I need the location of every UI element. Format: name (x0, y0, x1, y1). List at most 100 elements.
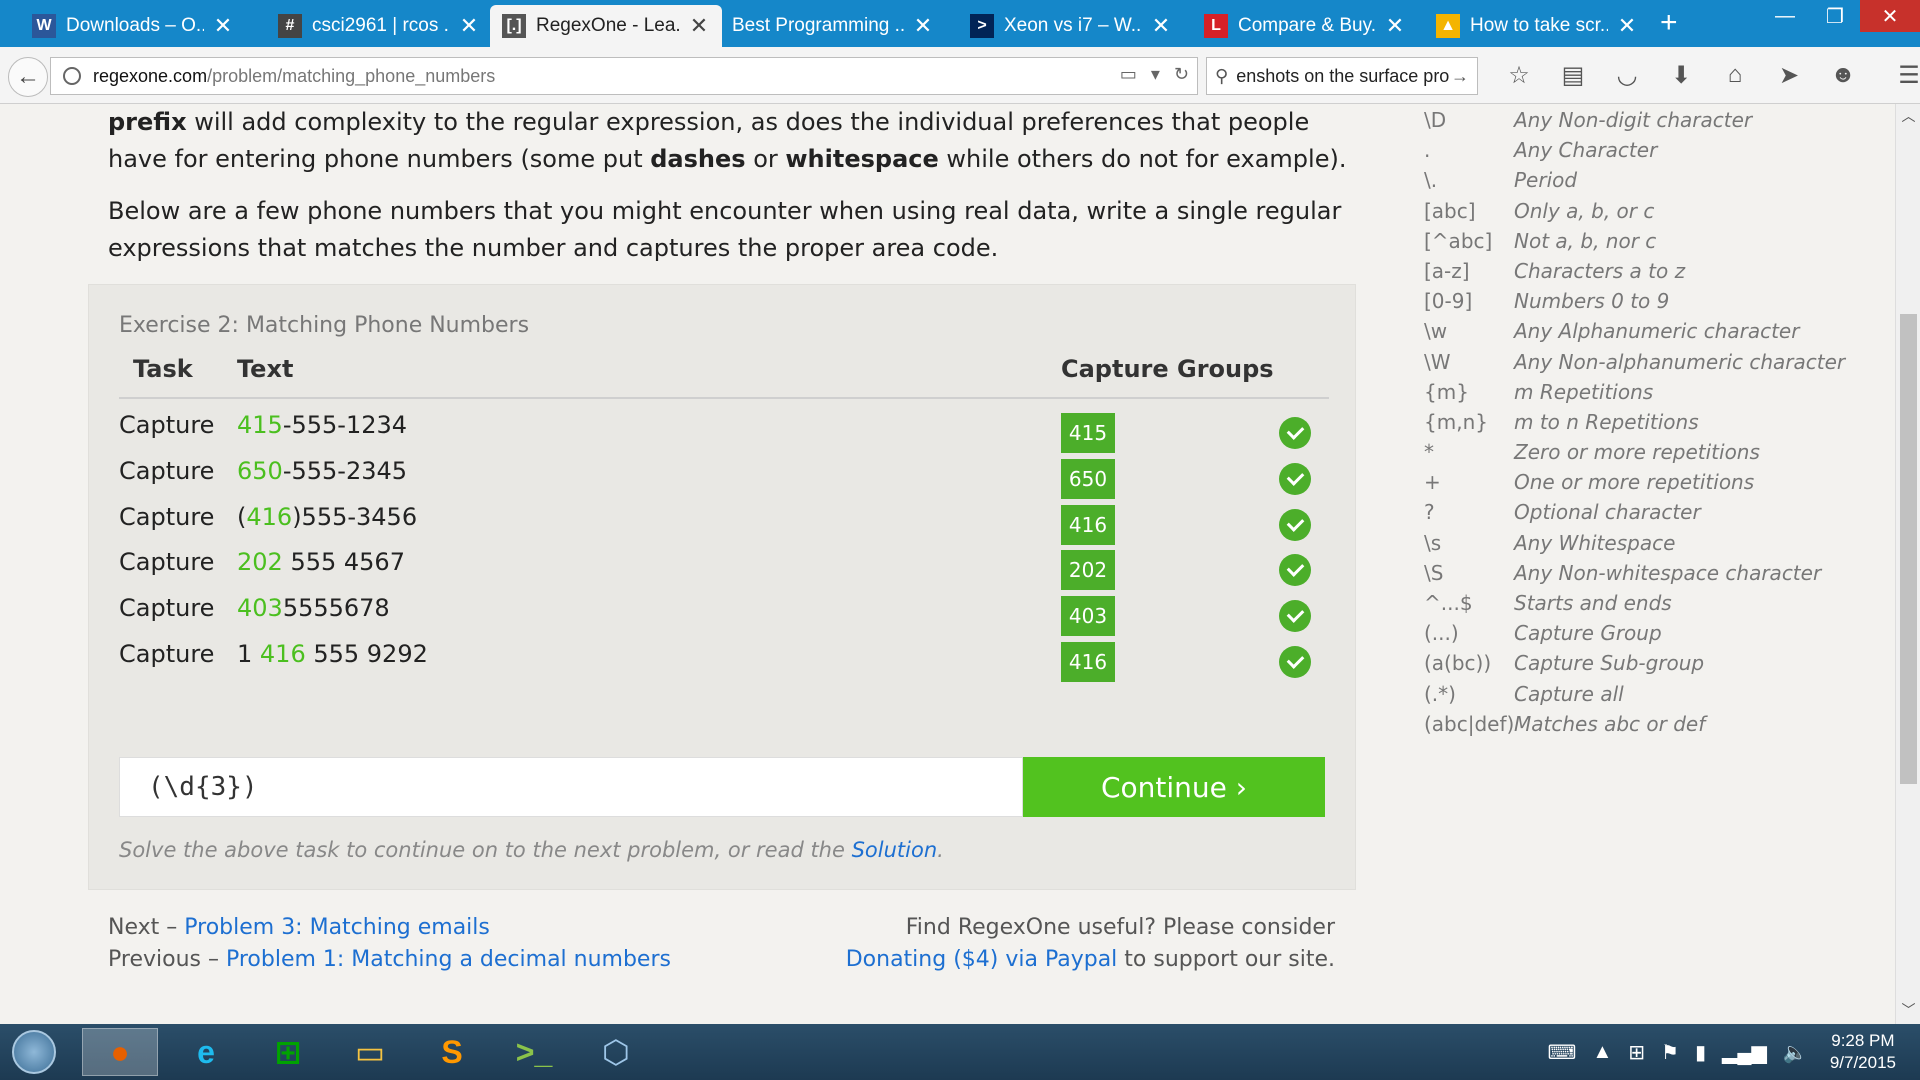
tab-label: RegexOne - Lea... (536, 15, 680, 36)
cheatsheet-description: Any Non-whitespace character (1514, 560, 1822, 585)
taskbar-app[interactable]: ⊞ (250, 1028, 326, 1076)
globe-icon (63, 67, 81, 85)
keyboard-icon[interactable]: ⌨ (1548, 1040, 1577, 1065)
wifi-signal-icon[interactable]: ▂▄▆ (1722, 1040, 1767, 1065)
clock-date: 9/7/2015 (1829, 1053, 1896, 1072)
cheatsheet-description: Any Alphanumeric character (1514, 319, 1800, 344)
cheatsheet-row: \W Any Non-alphanumeric character (1424, 348, 1845, 378)
reload-icon[interactable]: ↻ (1174, 64, 1189, 85)
show-hidden-icons-icon[interactable]: ▲ (1592, 1041, 1612, 1064)
cheatsheet-symbol: [a-z] (1424, 258, 1470, 283)
minimize-button[interactable]: — (1760, 0, 1810, 32)
cheatsheet-symbol: (.*) (1424, 681, 1456, 706)
cheatsheet-symbol: \D (1424, 108, 1447, 132)
close-tab-icon[interactable]: ✕ (1616, 13, 1638, 39)
back-button[interactable]: ← (8, 57, 48, 97)
previous-problem-link[interactable]: Problem 1: Matching a decimal numbers (226, 947, 671, 972)
regex-cheatsheet: \D Any Non-digit character . Any Character \… (1424, 106, 1845, 740)
windows-store-icon: ⊞ (274, 1034, 302, 1070)
taskbar-app[interactable]: e (168, 1028, 244, 1076)
close-window-button[interactable]: ✕ (1860, 0, 1920, 32)
taskbar-app[interactable]: S (414, 1028, 490, 1076)
close-tab-icon[interactable]: ✕ (1384, 13, 1406, 39)
task-text: 1 416 555 9292 (237, 640, 428, 668)
browser-tab[interactable]: L Compare & Buy... ✕ (1192, 5, 1418, 47)
cheatsheet-description: Characters a to z (1514, 258, 1686, 283)
taskbar-app[interactable]: >_ (496, 1028, 572, 1076)
close-tab-icon[interactable]: ✕ (458, 13, 480, 39)
start-button[interactable] (12, 1030, 56, 1074)
scroll-thumb[interactable] (1900, 314, 1917, 784)
chat-icon[interactable]: ☻ (1816, 61, 1870, 90)
cheatsheet-symbol: {m} (1424, 379, 1469, 404)
browser-tab[interactable]: # csci2961 | rcos ... ✕ (266, 5, 492, 47)
firefox-icon: ● (110, 1033, 130, 1070)
browser-tab[interactable]: W Downloads – O... ✕ (20, 5, 246, 47)
page-scrollbar[interactable]: ︿ ﹀ (1895, 104, 1920, 1024)
matched-area-code: 415 (237, 411, 283, 439)
task-label: Capture (119, 640, 215, 668)
cheatsheet-row: + One or more repetitions (1424, 468, 1844, 498)
continue-button[interactable]: Continue › (1023, 757, 1325, 817)
volume-icon[interactable]: 🔈 (1783, 1040, 1808, 1065)
sublime-text-icon: S (441, 1033, 463, 1070)
restore-button[interactable]: ❐ (1810, 0, 1860, 32)
new-tab-button[interactable]: + (1660, 6, 1678, 40)
cheatsheet-symbol: \s (1424, 530, 1442, 555)
keyword-whitespace: whitespace (785, 145, 939, 173)
search-bar[interactable]: ⚲ enshots on the surface pro → (1206, 57, 1478, 95)
scroll-down-icon[interactable]: ﹀ (1896, 1000, 1920, 1022)
bookmark-star-icon[interactable]: ☆ (1492, 61, 1546, 90)
back-arrow-icon: ← (16, 63, 40, 90)
powershell-icon: > (970, 14, 994, 38)
close-tab-icon[interactable]: ✕ (688, 13, 710, 39)
virtualbox-icon: ⬡ (602, 1034, 630, 1070)
header-capture-groups: Capture Groups (1061, 355, 1274, 383)
action-center-flag-icon[interactable]: ⚑ (1661, 1040, 1679, 1065)
cheatsheet-description: Any Non-digit character (1514, 108, 1753, 132)
browser-tab[interactable]: Best Programming ... ✕ (720, 5, 946, 47)
regexone-icon: [.] (502, 14, 526, 38)
dropdown-arrow-icon[interactable]: ▾ (1151, 64, 1160, 85)
send-icon[interactable]: ➤ (1762, 61, 1816, 90)
close-tab-icon[interactable]: ✕ (1150, 13, 1172, 39)
next-problem-link[interactable]: Problem 3: Matching emails (184, 915, 490, 940)
scroll-up-icon[interactable]: ︿ (1896, 106, 1920, 128)
taskbar-app[interactable]: ● (82, 1028, 158, 1076)
tab-label: csci2961 | rcos ... (312, 15, 450, 36)
reader-view-icon[interactable]: ▭ (1120, 64, 1137, 85)
regex-input[interactable]: (\d{3}) (119, 757, 1023, 817)
close-tab-icon[interactable]: ✕ (212, 13, 234, 39)
search-input[interactable]: enshots on the surface pro (1236, 66, 1449, 87)
menu-icon[interactable]: ☰ (1882, 61, 1920, 90)
cheatsheet-row: . Any Character (1424, 136, 1844, 166)
cheatsheet-row: \w Any Alphanumeric character (1424, 317, 1844, 347)
cheatsheet-description: Only a, b, or c (1514, 198, 1655, 223)
taskbar-app[interactable]: ▭ (332, 1028, 408, 1076)
browser-tab[interactable]: > Xeon vs i7 – W... ✕ (958, 5, 1184, 47)
clock[interactable]: 9:28 PM 9/7/2015 (1830, 1030, 1896, 1074)
donate-link[interactable]: Donating ($4) via Paypal (846, 947, 1118, 972)
bookmarks-list-icon[interactable]: ▤ (1546, 61, 1600, 90)
battery-icon[interactable]: ▮ (1695, 1040, 1706, 1065)
page-content: prefix will add complexity to the regula… (0, 104, 1895, 1024)
browser-tab[interactable]: ▲ How to take scr... ✕ (1424, 5, 1650, 47)
cheatsheet-row: (a(bc)) Capture Sub-group (1424, 649, 1844, 679)
solution-link[interactable]: Solution (852, 838, 938, 862)
browser-tab[interactable]: [.] RegexOne - Lea... ✕ (490, 5, 722, 47)
cheatsheet-symbol: \w (1424, 319, 1448, 344)
url-bar[interactable]: regexone.com/problem/matching_phone_numb… (50, 57, 1198, 95)
cheatsheet-row: * Zero or more repetitions (1424, 438, 1844, 468)
search-go-icon[interactable]: → (1451, 66, 1469, 87)
cheatsheet-description: Capture all (1514, 681, 1624, 706)
pocket-icon[interactable]: ◡ (1600, 61, 1654, 90)
download-icon[interactable]: ⬇ (1654, 61, 1708, 90)
windows-logo-icon[interactable]: ⊞ (1628, 1040, 1645, 1065)
matched-area-code: 416 (246, 502, 293, 531)
taskbar-app[interactable]: ⬡ (578, 1028, 654, 1076)
task-text: (416)555-3456 (237, 502, 418, 531)
lesson-paragraph-2: Below are a few phone numbers that you m… (108, 197, 1342, 262)
close-tab-icon[interactable]: ✕ (912, 13, 934, 39)
home-icon[interactable]: ⌂ (1708, 61, 1762, 90)
cheatsheet-symbol: (a(bc)) (1424, 651, 1492, 676)
